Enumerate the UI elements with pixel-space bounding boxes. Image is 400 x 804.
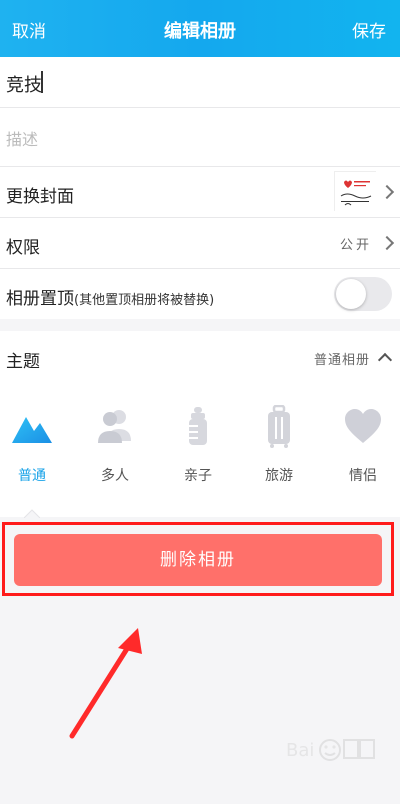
suitcase-icon: [257, 404, 301, 449]
theme-value: 普通相册: [313, 353, 370, 368]
text-caret: [41, 71, 43, 93]
baby-bottle-icon: [176, 405, 220, 449]
theme-option-normal[interactable]: 普通: [0, 405, 64, 485]
cancel-button[interactable]: 取消: [12, 17, 46, 42]
permission-label: 权限: [6, 238, 40, 258]
theme-option-label: 旅游: [265, 468, 293, 484]
theme-option-label: 普通: [18, 468, 46, 484]
description-input[interactable]: 描述: [6, 126, 38, 150]
theme-option-label: 多人: [101, 468, 129, 484]
theme-option-label: 情侣: [349, 468, 377, 484]
album-name-input[interactable]: 竞技: [6, 71, 42, 97]
theme-option-group[interactable]: 多人: [83, 405, 147, 485]
theme-option-family[interactable]: 亲子: [166, 405, 230, 485]
save-button[interactable]: 保存: [352, 17, 386, 42]
change-cover-row[interactable]: 更换封面: [0, 167, 400, 217]
selection-notch-icon: [24, 509, 40, 518]
heart-icon: [341, 405, 385, 449]
theme-header-row[interactable]: 主题 普通相册: [0, 331, 400, 383]
pin-album-row: 相册置顶(其他置顶相册将被替换): [0, 269, 400, 319]
mountain-icon: [10, 405, 54, 449]
baidu-watermark-logo: Bai: [286, 739, 375, 761]
annotation-arrow-icon: [69, 628, 142, 739]
pin-album-toggle[interactable]: [334, 277, 392, 311]
permission-row[interactable]: 权限 公开: [0, 218, 400, 268]
album-name-row: 竞技: [0, 57, 400, 107]
pin-album-label: 相册置顶(其他置顶相册将被替换): [6, 284, 214, 309]
theme-option-label: 亲子: [184, 468, 212, 484]
change-cover-label: 更换封面: [6, 187, 74, 207]
permission-value: 公开: [339, 238, 372, 253]
theme-label: 主题: [6, 352, 40, 372]
chevron-right-icon: [379, 235, 395, 251]
theme-options: 普通 多人 亲子 旅游 情侣: [0, 383, 400, 517]
annotation-highlight-box: [2, 522, 394, 596]
top-bar: 取消 编辑相册 保存: [0, 0, 400, 57]
chevron-up-icon: [377, 352, 393, 368]
people-icon: [93, 405, 137, 449]
svg-text:Bai: Bai: [286, 740, 314, 761]
cover-thumbnail: [334, 171, 377, 212]
theme-option-travel[interactable]: 旅游: [247, 404, 311, 485]
description-row: 描述: [0, 108, 400, 166]
toggle-knob: [336, 279, 366, 309]
theme-option-couple[interactable]: 情侣: [331, 405, 395, 485]
page-title: 编辑相册: [164, 21, 236, 42]
pin-album-title: 相册置顶: [6, 289, 74, 309]
chevron-right-icon: [379, 184, 395, 200]
pin-album-note: (其他置顶相册将被替换): [74, 293, 215, 308]
